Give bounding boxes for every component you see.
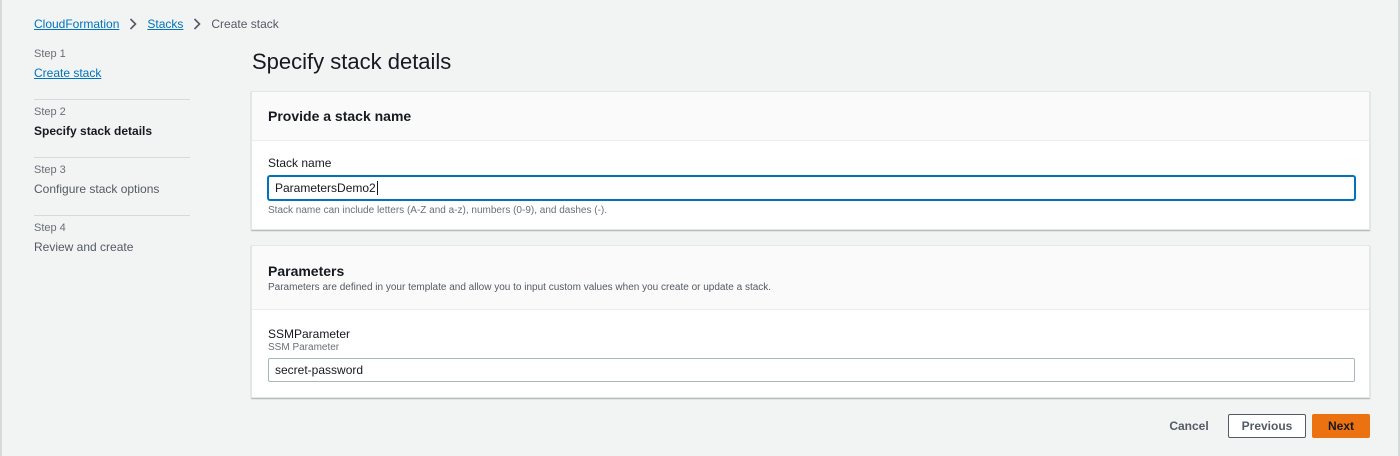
stack-name-input[interactable]: ParametersDemo2	[268, 176, 1355, 200]
step-3: Step 3 Configure stack options	[34, 158, 190, 216]
stack-name-header: Provide a stack name	[252, 92, 1369, 141]
previous-button[interactable]: Previous	[1228, 414, 1306, 438]
stack-name-container: Provide a stack name Stack name Paramete…	[251, 91, 1370, 230]
breadcrumb-cloudformation-link[interactable]: CloudFormation	[34, 17, 119, 31]
parameters-section-title: Parameters	[268, 263, 345, 279]
parameters-header: Parameters Parameters are defined in you…	[252, 246, 1369, 310]
parameters-container: Parameters Parameters are defined in you…	[251, 245, 1370, 398]
page-frame: CloudFormation Stacks Create stack Step …	[0, 0, 1400, 456]
step-1: Step 1 Create stack	[34, 42, 190, 100]
text-caret	[376, 181, 378, 195]
breadcrumb: CloudFormation Stacks Create stack	[34, 16, 279, 32]
wizard-steps: Step 1 Create stack Step 2 Specify stack…	[34, 42, 190, 274]
stack-name-section-title: Provide a stack name	[268, 108, 412, 124]
breadcrumb-stacks-link[interactable]: Stacks	[147, 17, 183, 31]
step-2: Step 2 Specify stack details	[34, 100, 190, 158]
stack-name-label: Stack name	[268, 156, 332, 170]
parameters-body: SSMParameter SSM Parameter secret-passwo…	[252, 310, 1369, 382]
step-number: Step 1	[34, 48, 66, 60]
step-2-label: Specify stack details	[34, 124, 153, 138]
step-number: Step 4	[34, 222, 66, 234]
chevron-right-icon	[123, 16, 143, 32]
step-4: Step 4 Review and create	[34, 216, 190, 274]
breadcrumb-current: Create stack	[211, 17, 279, 31]
step-4-label: Review and create	[34, 240, 134, 254]
parameters-section-description: Parameters are defined in your template …	[268, 282, 772, 293]
chevron-right-icon	[187, 16, 207, 32]
step-number: Step 3	[34, 164, 66, 176]
step-number: Step 2	[34, 106, 66, 118]
ssm-parameter-input[interactable]: secret-password	[268, 358, 1355, 382]
ssm-parameter-value: secret-password	[275, 363, 364, 377]
cancel-button[interactable]: Cancel	[1162, 414, 1216, 438]
ssm-parameter-description: SSM Parameter	[268, 342, 340, 353]
next-button[interactable]: Next	[1312, 414, 1370, 438]
ssm-parameter-label: SSMParameter	[268, 327, 351, 341]
stack-name-value: ParametersDemo2	[275, 181, 376, 195]
page-title: Specify stack details	[252, 49, 452, 74]
stack-name-body: Stack name ParametersDemo2 Stack name ca…	[252, 141, 1369, 216]
step-1-link[interactable]: Create stack	[34, 65, 190, 81]
stack-name-hint: Stack name can include letters (A-Z and …	[268, 205, 608, 216]
step-3-label: Configure stack options	[34, 182, 160, 196]
